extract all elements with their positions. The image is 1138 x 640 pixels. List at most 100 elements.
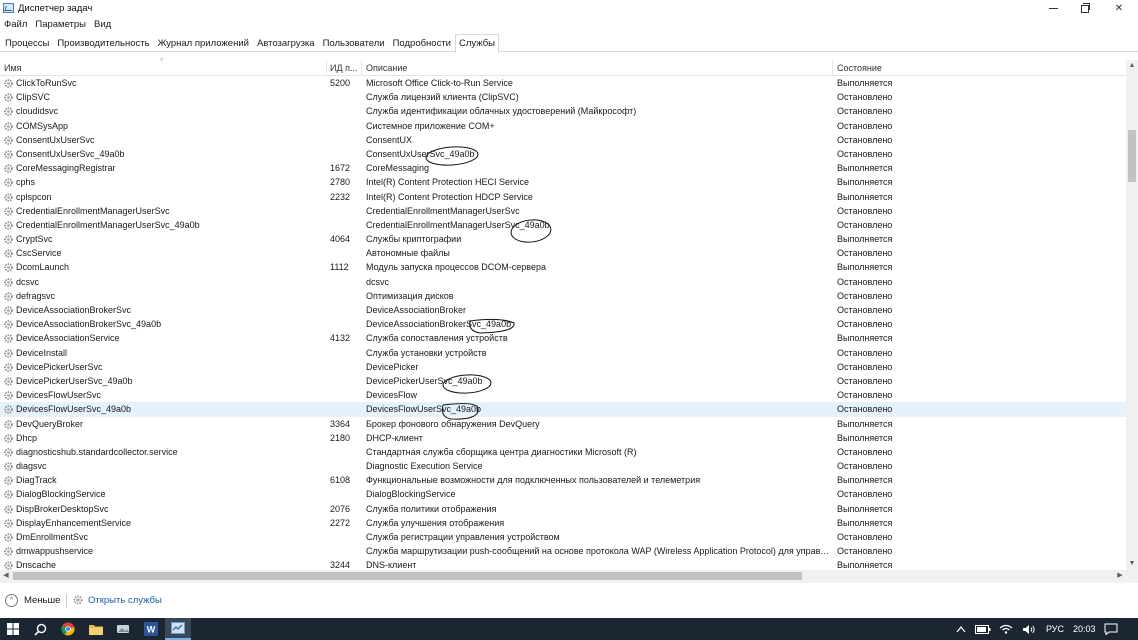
service-row[interactable]: ConsentUxUserSvc_49a0b ConsentUxUserSvc_4…	[0, 147, 1126, 161]
column-divider[interactable]	[361, 60, 362, 76]
column-header-name[interactable]: Имя	[4, 63, 22, 73]
network-button[interactable]	[998, 621, 1014, 637]
service-state: Выполняется	[837, 517, 893, 528]
scroll-down-arrow-icon[interactable]: ▼	[1126, 558, 1138, 570]
service-row[interactable]: cplspcon 2232 Intel(R) Content Protection …	[0, 190, 1126, 204]
menu-file[interactable]: Файл	[0, 17, 31, 33]
service-row[interactable]: diagnosticshub.standardcollector.service…	[0, 445, 1126, 459]
minimize-button[interactable]	[1036, 0, 1070, 17]
service-row[interactable]: CryptSvc 4064 Службы криптографии Выполняет…	[0, 232, 1126, 246]
maximize-button[interactable]	[1068, 0, 1102, 17]
tab-startup[interactable]: Автозагрузка	[253, 34, 319, 51]
service-gear-icon	[4, 448, 13, 457]
tab-users[interactable]: Пользователи	[319, 34, 389, 51]
service-row[interactable]: DcomLaunch 1112 Модуль запуска процессов D…	[0, 260, 1126, 274]
tab-performance[interactable]: Производительность	[53, 34, 153, 51]
service-row[interactable]: diagsvc Diagnostic Execution Service Остан…	[0, 459, 1126, 473]
service-row[interactable]: CredentialEnrollmentManagerUserSvc Creden…	[0, 204, 1126, 218]
service-row[interactable]: DevicesFlowUserSvc_49a0b DevicesFlowUserS…	[0, 402, 1126, 417]
service-name: ConsentUxUserSvc	[16, 134, 95, 145]
tab-services[interactable]: Службы	[455, 34, 499, 53]
close-button[interactable]: ✕	[1102, 0, 1136, 17]
service-row[interactable]: DiagTrack 6108 Функциональные возможности …	[0, 473, 1126, 487]
battery-button[interactable]	[975, 621, 991, 637]
service-description: Брокер фонового обнаружения DevQuery	[366, 418, 540, 429]
service-row[interactable]: ClipSVC Служба лицензий клиента (ClipSVC)…	[0, 90, 1126, 104]
service-row[interactable]: DeviceAssociationBrokerSvc_49a0b DeviceAs…	[0, 317, 1126, 331]
service-gear-icon	[4, 79, 13, 88]
service-row[interactable]: DmEnrollmentSvc Служба регистрации управл…	[0, 530, 1126, 544]
chrome-taskbar-button[interactable]	[60, 621, 76, 637]
service-row[interactable]: cphs 2780 Intel(R) Content Protection HECI…	[0, 175, 1126, 189]
search-button[interactable]	[32, 621, 48, 637]
service-row[interactable]: DeviceInstall Служба установки устройств О…	[0, 346, 1126, 360]
menu-view[interactable]: Вид	[90, 17, 115, 33]
service-icon-wrap	[3, 518, 14, 529]
taskbar-clock[interactable]: 20:03	[1073, 624, 1096, 634]
tab-processes[interactable]: Процессы	[1, 34, 53, 51]
column-header-description[interactable]: Описание	[366, 63, 407, 73]
service-description: Модуль запуска процессов DCOM-сервера	[366, 262, 546, 273]
service-row[interactable]: dcsvc dcsvc Остановлено	[0, 275, 1126, 289]
scroll-right-arrow-icon[interactable]: ▶	[1114, 570, 1126, 582]
service-row[interactable]: DevicePickerUserSvc_49a0b DevicePickerUse…	[0, 374, 1126, 388]
column-divider[interactable]	[832, 60, 833, 76]
service-row[interactable]: DisplayEnhancementService 2272 Служба улуч…	[0, 516, 1126, 530]
horizontal-scroll-thumb[interactable]	[13, 572, 802, 580]
window-title: Диспетчер задач	[18, 3, 93, 14]
file-explorer-taskbar-button[interactable]	[88, 621, 104, 637]
service-gear-icon	[4, 519, 13, 528]
service-description: Служба идентификации облачных удостовере…	[366, 106, 637, 117]
service-row[interactable]: DispBrokerDesktopSvc 2076 Служба политики …	[0, 502, 1126, 516]
horizontal-scrollbar[interactable]: ◀ ▶	[0, 570, 1126, 582]
show-hidden-icons-button[interactable]	[953, 621, 969, 637]
service-row[interactable]: Dnscache 3244 DNS-клиент Выполняется	[0, 558, 1126, 570]
menu-options[interactable]: Параметры	[31, 17, 90, 33]
service-row[interactable]: ClickToRunSvc 5200 Microsoft Office Click-…	[0, 76, 1126, 90]
open-services-link[interactable]: Открыть службы	[72, 594, 162, 606]
scroll-up-arrow-icon[interactable]: ▲	[1126, 60, 1138, 72]
service-state: Остановлено	[837, 134, 893, 145]
vertical-scrollbar[interactable]: ▲ ▼	[1126, 60, 1138, 570]
notifications-button[interactable]	[1104, 623, 1118, 636]
task-manager-icon	[171, 622, 185, 634]
service-row[interactable]: CscService Автономные файлы Остановлено	[0, 246, 1126, 260]
service-row[interactable]: Dhcp 2180 DHCP-клиент Выполняется	[0, 431, 1126, 445]
service-pid: 1672	[330, 163, 351, 174]
service-icon-wrap	[3, 532, 14, 543]
column-divider[interactable]	[326, 60, 327, 76]
app-taskbar-button[interactable]	[115, 621, 131, 637]
tab-app-history[interactable]: Журнал приложений	[154, 34, 253, 51]
service-row[interactable]: DialogBlockingService DialogBlockingServi…	[0, 487, 1126, 501]
service-row[interactable]: ConsentUxUserSvc ConsentUX Остановлено	[0, 133, 1126, 147]
service-row[interactable]: DevQueryBroker 3364 Брокер фонового обнару…	[0, 417, 1126, 431]
column-header-state[interactable]: Состояние	[837, 63, 882, 73]
service-row[interactable]: cloudidsvc Служба идентификации облачных …	[0, 104, 1126, 118]
fewer-details-button[interactable]: ^ Меньше	[5, 594, 60, 607]
task-manager-taskbar-button[interactable]	[165, 618, 191, 640]
service-row[interactable]: DevicesFlowUserSvc DevicesFlow Остановлено	[0, 388, 1126, 402]
service-icon-wrap	[3, 504, 14, 515]
scroll-left-arrow-icon[interactable]: ◀	[0, 570, 12, 582]
service-row[interactable]: dmwappushservice Служба маршрутизации pus…	[0, 544, 1126, 558]
service-name: CredentialEnrollmentManagerUserSvc_49a0b	[16, 219, 200, 230]
service-row[interactable]: DevicePickerUserSvc DevicePicker Остановле…	[0, 360, 1126, 374]
service-pid: 2232	[330, 191, 351, 202]
service-row[interactable]: CredentialEnrollmentManagerUserSvc_49a0b…	[0, 218, 1126, 232]
service-icon-wrap	[3, 404, 14, 415]
service-row[interactable]: DeviceAssociationService 4132 Служба сопос…	[0, 331, 1126, 345]
tab-details[interactable]: Подробности	[389, 34, 455, 51]
volume-button[interactable]	[1021, 621, 1037, 637]
vertical-scroll-thumb[interactable]	[1128, 130, 1136, 182]
word-taskbar-button[interactable]: W	[143, 621, 159, 637]
service-row[interactable]: DeviceAssociationBrokerSvc DeviceAssociat…	[0, 303, 1126, 317]
service-description: CredentialEnrollmentManagerUserSvc_49a0b	[366, 219, 550, 230]
input-language-indicator[interactable]: РУС	[1046, 624, 1064, 634]
service-row[interactable]: CoreMessagingRegistrar 1672 CoreMessaging В…	[0, 161, 1126, 175]
start-button[interactable]	[5, 621, 21, 637]
service-pid: 2076	[330, 503, 351, 514]
service-row[interactable]: COMSysApp Системное приложение COM+ Остано…	[0, 119, 1126, 133]
service-description: CredentialEnrollmentManagerUserSvc	[366, 205, 520, 216]
column-header-pid[interactable]: ИД п...	[330, 63, 357, 73]
service-row[interactable]: defragsvc Оптимизация дисков Остановлено	[0, 289, 1126, 303]
